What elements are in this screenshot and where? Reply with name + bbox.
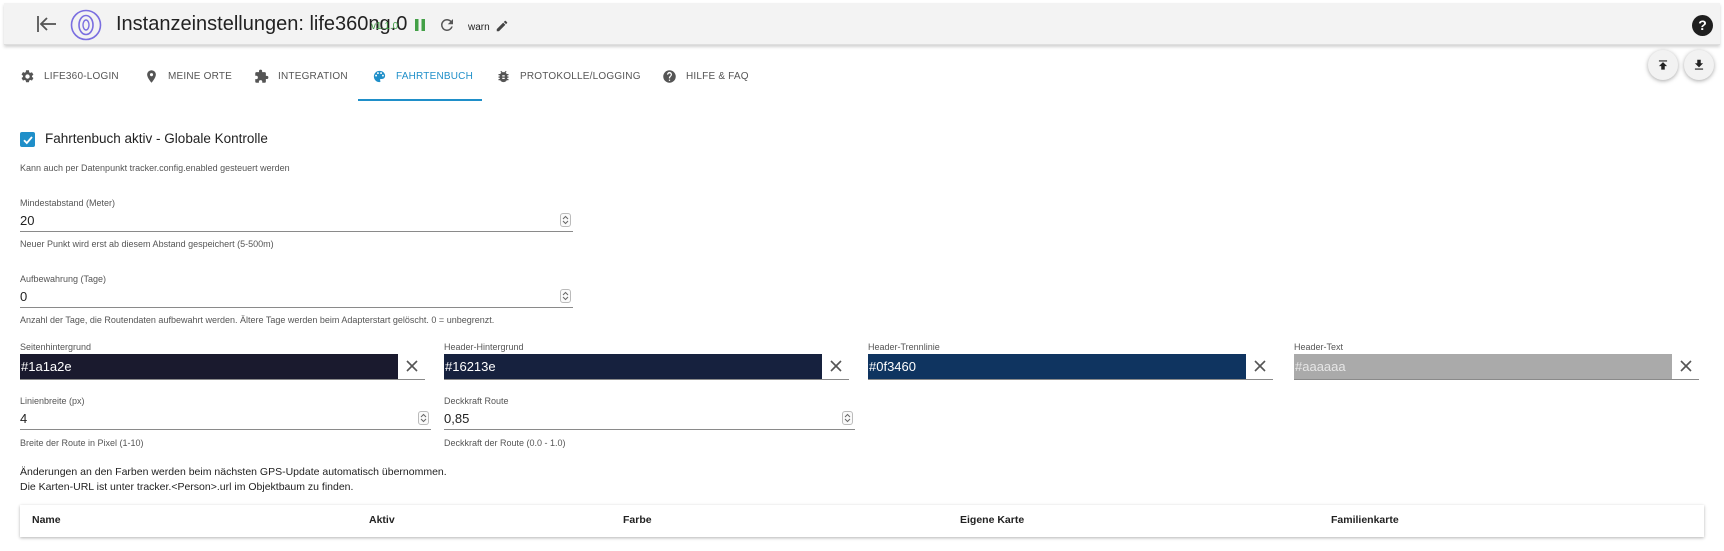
color-header-text-swatch[interactable]: #aaaaaa (1294, 354, 1672, 379)
tab-integration[interactable]: INTEGRATION (254, 50, 348, 102)
tab-label: HILFE & FAQ (686, 70, 749, 82)
spinner-arrows-icon (562, 215, 569, 225)
active-tab-indicator (358, 99, 482, 101)
gear-icon (21, 69, 34, 82)
tracker-table: Name Aktiv Farbe Eigene Karte Familienka… (20, 505, 1704, 537)
app-window: Instanzeinstellungen: life360ng.0 v1.1.0… (0, 0, 1724, 551)
color-header-bg-field[interactable]: #16213e (444, 354, 849, 380)
download-button[interactable] (1684, 50, 1714, 80)
reload-icon[interactable] (438, 16, 456, 34)
tab-meine-orte[interactable]: MEINE ORTE (144, 50, 232, 102)
tab-label: MEINE ORTE (168, 70, 233, 82)
column-header-aktiv[interactable]: Aktiv (369, 514, 395, 526)
min-distance-field[interactable] (20, 210, 573, 232)
line-width-help: Breite der Route in Pixel (1-10) (20, 438, 144, 448)
color-header-text-label: Header-Text (1294, 342, 1344, 352)
spinner-arrows-icon (562, 291, 569, 301)
help-circle-icon (663, 69, 676, 83)
top-bar: Instanzeinstellungen: life360ng.0 v1.1.0… (4, 3, 1720, 45)
help-button[interactable]: ? (1692, 15, 1713, 36)
color-page-bg-swatch[interactable]: #1a1a2e (20, 354, 398, 379)
route-opacity-label: Deckkraft Route (444, 396, 509, 406)
enabled-help: Kann auch per Datenpunkt tracker.config.… (20, 163, 290, 173)
color-header-bg-swatch[interactable]: #16213e (444, 354, 822, 379)
color-header-bg-label: Header-Hintergrund (444, 342, 524, 352)
bug-icon (498, 70, 509, 82)
tab-fahrtenbuch[interactable]: FAHRTENBUCH (372, 50, 473, 102)
line-width-label: Linienbreite (px) (20, 396, 85, 406)
tab-label: LIFE360-LOGIN (44, 70, 119, 82)
retention-input[interactable] (20, 286, 573, 307)
clear-icon[interactable] (405, 359, 419, 373)
retention-spinner[interactable] (560, 289, 571, 303)
tab-protokolle-logging[interactable]: PROTOKOLLE/LOGGING (496, 50, 641, 102)
puzzle-icon (255, 69, 269, 83)
tab-label: INTEGRATION (278, 70, 348, 82)
adapter-logo-icon (70, 9, 102, 41)
line-width-field[interactable] (20, 408, 431, 430)
tab-label: FAHRTENBUCH (396, 70, 474, 82)
clear-icon[interactable] (1253, 359, 1267, 373)
tab-hilfe-faq[interactable]: HILFE & FAQ (662, 50, 749, 102)
route-opacity-input[interactable] (444, 408, 855, 429)
column-header-farbe[interactable]: Farbe (623, 514, 652, 526)
retention-help: Anzahl der Tage, die Routendaten aufbewa… (20, 315, 495, 325)
color-header-divider-swatch[interactable]: #0f3460 (868, 354, 1246, 379)
upload-button[interactable] (1648, 50, 1678, 80)
enabled-label[interactable]: Fahrtenbuch aktiv - Globale Kontrolle (45, 131, 268, 146)
version-label: v1.1.0 (371, 21, 399, 32)
column-header-familienkarte[interactable]: Familienkarte (1331, 514, 1399, 526)
clear-icon[interactable] (829, 359, 843, 373)
color-update-note: Änderungen an den Farben werden beim näc… (20, 466, 447, 478)
tab-life360-login[interactable]: LIFE360-LOGIN (20, 50, 119, 102)
pause-icon[interactable] (414, 18, 426, 32)
tab-label: PROTOKOLLE/LOGGING (520, 70, 641, 82)
color-page-bg-field[interactable]: #1a1a2e (20, 354, 425, 380)
color-header-text-field[interactable]: #aaaaaa (1294, 354, 1699, 380)
map-url-note: Die Karten-URL ist unter tracker.<Person… (20, 481, 354, 493)
column-header-eigene-karte[interactable]: Eigene Karte (960, 514, 1024, 526)
route-opacity-spinner[interactable] (842, 411, 853, 425)
route-opacity-help: Deckkraft der Route (0.0 - 1.0) (444, 438, 566, 448)
min-distance-help: Neuer Punkt wird erst ab diesem Abstand … (20, 239, 274, 249)
clear-icon[interactable] (1679, 359, 1693, 373)
retention-label: Aufbewahrung (Tage) (20, 274, 107, 284)
min-distance-input[interactable] (20, 210, 573, 231)
enabled-checkbox[interactable] (20, 132, 35, 147)
upload-icon (1658, 60, 1668, 70)
color-header-divider-label: Header-Trennlinie (868, 342, 940, 352)
retention-field[interactable] (20, 286, 573, 308)
spinner-arrows-icon (844, 413, 851, 423)
line-width-input[interactable] (20, 408, 431, 429)
back-icon[interactable] (36, 14, 58, 34)
download-icon (1694, 59, 1704, 70)
line-width-spinner[interactable] (418, 411, 429, 425)
palette-icon (373, 70, 386, 82)
min-distance-label: Mindestabstand (Meter) (20, 198, 116, 208)
route-opacity-field[interactable] (444, 408, 855, 430)
color-header-divider-field[interactable]: #0f3460 (868, 354, 1273, 380)
min-distance-spinner[interactable] (560, 213, 571, 227)
page-title: Instanzeinstellungen: life360ng.0 (116, 13, 408, 35)
checkmark-icon (22, 135, 33, 144)
column-header-name[interactable]: Name (32, 514, 61, 526)
spinner-arrows-icon (420, 413, 427, 423)
map-pin-icon (147, 69, 156, 83)
log-level-label: warn (468, 22, 490, 33)
color-page-bg-label: Seitenhintergrund (20, 342, 92, 352)
edit-pencil-icon[interactable] (495, 19, 509, 33)
